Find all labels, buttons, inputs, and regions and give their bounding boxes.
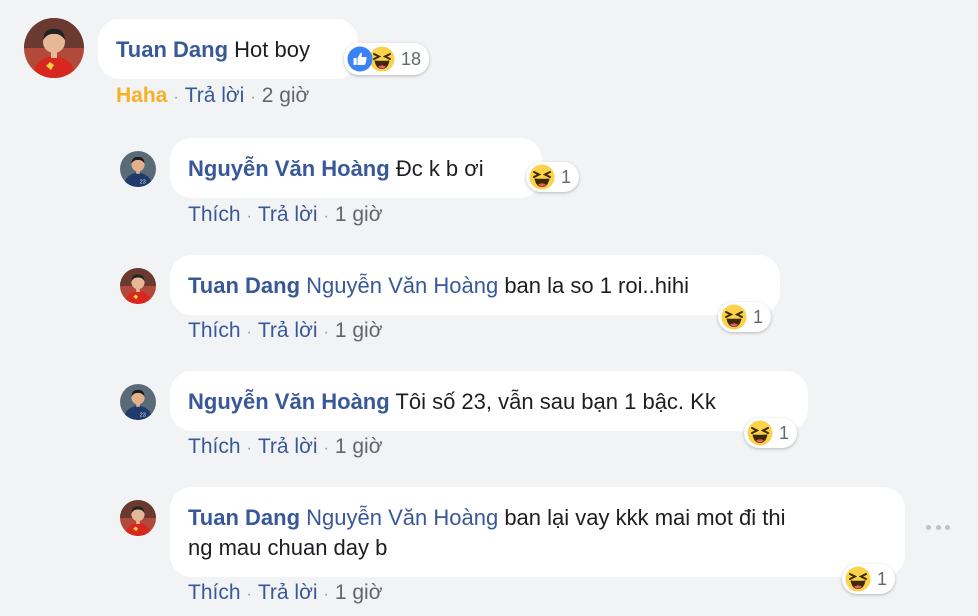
reply-line-2: ng mau chuan day b — [188, 535, 388, 560]
reaction-summary[interactable]: 1 — [718, 302, 772, 332]
reply-bubble: Nguyễn Văn Hoàng Tôi số 23, vẫn sau bạn … — [170, 371, 808, 431]
avatar[interactable] — [24, 18, 84, 78]
timestamp[interactable]: 1 giờ — [335, 581, 383, 604]
timestamp[interactable]: 1 giờ — [335, 435, 383, 458]
reply-line-1: Tuan Dang Nguyễn Văn Hoàng ban lại vay k… — [188, 503, 887, 533]
separator: · — [246, 440, 252, 457]
reply-link[interactable]: Trả lời — [258, 435, 318, 458]
reply-text: ban lại vay kkk mai mot đi thi — [504, 505, 786, 530]
reply-link[interactable]: Trả lời — [185, 84, 245, 107]
like-icon — [347, 46, 373, 72]
reaction-count: 1 — [877, 568, 888, 589]
like-link[interactable]: Thích — [188, 203, 241, 226]
reply-bubble: Nguyễn Văn Hoàng Đc k b ơi — [170, 138, 542, 198]
separator: · — [246, 324, 252, 341]
avatar[interactable] — [120, 384, 156, 420]
reply-actions: Thích · Trả lời · 1 giờ — [188, 581, 383, 605]
more-options-icon[interactable] — [926, 520, 950, 534]
reply-mention[interactable]: Nguyễn Văn Hoàng — [306, 505, 498, 530]
reply-author[interactable]: Tuan Dang — [188, 273, 300, 298]
reply-author[interactable]: Nguyễn Văn Hoàng — [188, 389, 390, 414]
reaction-count: 18 — [401, 48, 422, 69]
reply-text: ban la so 1 roi..hihi — [504, 273, 689, 298]
reply-bubble: Tuan Dang Nguyễn Văn Hoàng ban lại vay k… — [170, 487, 905, 577]
like-link[interactable]: Thích — [188, 435, 241, 458]
separator: · — [246, 208, 252, 225]
reply-text: Đc k b ơi — [395, 156, 484, 181]
reaction-count: 1 — [779, 422, 790, 443]
avatar[interactable] — [120, 268, 156, 304]
comment-author[interactable]: Tuan Dang — [116, 37, 228, 62]
reaction-count: 1 — [561, 166, 572, 187]
reply-author[interactable]: Tuan Dang — [188, 505, 300, 530]
comment-actions: Haha · Trả lời · 2 giờ — [116, 84, 309, 108]
reaction-count: 1 — [753, 306, 764, 327]
reply-link[interactable]: Trả lời — [258, 319, 318, 342]
timestamp[interactable]: 1 giờ — [335, 203, 383, 226]
haha-icon — [845, 566, 871, 592]
separator: · — [323, 586, 329, 603]
timestamp[interactable]: 1 giờ — [335, 319, 383, 342]
separator: · — [323, 440, 329, 457]
avatar[interactable] — [120, 151, 156, 187]
reply-actions: Thích · Trả lời · 1 giờ — [188, 203, 383, 227]
reply-text: Tôi số 23, vẫn sau bạn 1 bậc. Kk — [395, 389, 716, 414]
separator: · — [246, 586, 252, 603]
reaction-summary[interactable]: 1 — [842, 564, 896, 594]
reply-link[interactable]: Trả lời — [258, 581, 318, 604]
comment-text: Hot boy — [234, 37, 310, 62]
reply-actions: Thích · Trả lời · 1 giờ — [188, 435, 383, 459]
avatar[interactable] — [120, 500, 156, 536]
reply-mention[interactable]: Nguyễn Văn Hoàng — [306, 273, 498, 298]
reply-author[interactable]: Nguyễn Văn Hoàng — [188, 156, 390, 181]
reply-bubble: Tuan Dang Nguyễn Văn Hoàng ban la so 1 r… — [170, 255, 780, 315]
timestamp[interactable]: 2 giờ — [262, 84, 310, 107]
reaction-summary[interactable]: 18 — [344, 43, 430, 75]
reaction-summary[interactable]: 1 — [526, 162, 580, 192]
haha-icon — [529, 164, 555, 190]
react-button[interactable]: Haha — [116, 84, 167, 107]
comment-bubble: Tuan Dang Hot boy — [98, 19, 358, 79]
haha-icon — [747, 420, 773, 446]
like-link[interactable]: Thích — [188, 581, 241, 604]
reply-actions: Thích · Trả lời · 1 giờ — [188, 319, 383, 343]
separator: · — [250, 89, 256, 106]
reaction-summary[interactable]: 1 — [744, 418, 798, 448]
reply-link[interactable]: Trả lời — [258, 203, 318, 226]
haha-icon — [721, 304, 747, 330]
separator: · — [323, 324, 329, 341]
separator: · — [323, 208, 329, 225]
like-link[interactable]: Thích — [188, 319, 241, 342]
separator: · — [173, 89, 179, 106]
